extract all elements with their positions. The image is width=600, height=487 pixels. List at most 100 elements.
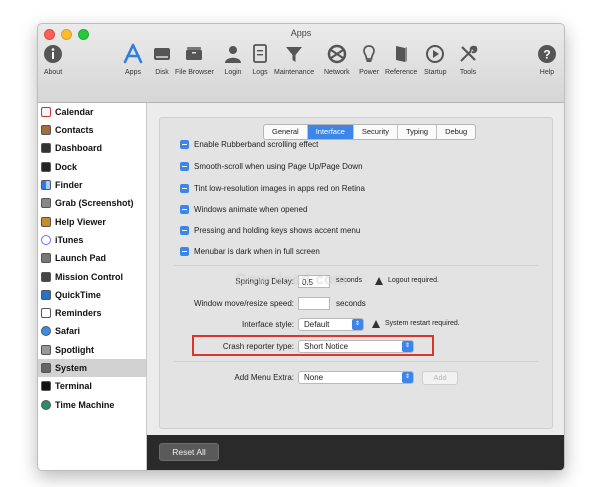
dashboard-icon [41, 143, 51, 153]
sidebar: Calendar Contacts Dashboard Dock Finder … [38, 103, 147, 470]
menu-extra-label: Add Menu Extra: [234, 373, 294, 382]
window-resize-field[interactable] [298, 297, 330, 310]
checkbox-dark-menubar[interactable]: Menubar is dark when in full screen [180, 247, 320, 256]
help-icon: ? [536, 42, 558, 66]
sidebar-item-launch-pad[interactable]: Launch Pad [38, 249, 146, 267]
login-icon [222, 42, 244, 66]
window-resize-unit: seconds [336, 299, 366, 308]
warning-icon [372, 320, 380, 328]
system-icon [41, 363, 51, 373]
toolbar-login[interactable]: Login [222, 42, 244, 76]
reference-icon [390, 42, 412, 66]
sidebar-item-reminders[interactable]: Reminders [38, 304, 146, 322]
svg-text:?: ? [543, 48, 550, 62]
checkbox-box[interactable] [180, 140, 189, 149]
itunes-icon [41, 235, 51, 245]
sidebar-item-time-machine[interactable]: Time Machine [38, 396, 146, 414]
logout-note: Logout required. [388, 277, 439, 284]
toolbar-apps[interactable]: Apps [122, 42, 144, 76]
sidebar-item-help-viewer[interactable]: Help Viewer [38, 213, 146, 231]
tab-bar: General Interface Security Typing Debug [263, 124, 477, 140]
toolbar-reference[interactable]: Reference [385, 42, 417, 76]
tab-typing[interactable]: Typing [398, 125, 438, 139]
menu-extra-popup[interactable]: None ⇕ [298, 371, 414, 384]
sidebar-item-contacts[interactable]: Contacts [38, 121, 146, 139]
help-viewer-icon [41, 217, 51, 227]
crash-reporter-value: Short Notice [304, 342, 349, 351]
network-icon [326, 42, 348, 66]
checkbox-box[interactable] [180, 226, 189, 235]
sidebar-item-grab[interactable]: Grab (Screenshot) [38, 194, 146, 212]
reminders-icon [41, 308, 51, 318]
chevron-updown-icon: ⇕ [352, 319, 363, 330]
sidebar-item-dashboard[interactable]: Dashboard [38, 139, 146, 157]
restart-note: System restart required. [385, 320, 460, 327]
sidebar-item-itunes[interactable]: iTunes [38, 231, 146, 249]
checkbox-tint-retina[interactable]: Tint low-resolution images in apps red o… [180, 184, 365, 193]
sidebar-item-dock[interactable]: Dock [38, 158, 146, 176]
sidebar-item-finder[interactable]: Finder [38, 176, 146, 194]
crash-reporter-popup[interactable]: Short Notice ⇕ [298, 340, 414, 353]
tab-general[interactable]: General [264, 125, 308, 139]
crash-reporter-label: Crash reporter type: [222, 342, 294, 351]
checkbox-box[interactable] [180, 184, 189, 193]
toolbar: About Apps Disk File Browser Login Logs … [38, 42, 564, 102]
disk-icon [151, 42, 173, 66]
sidebar-item-terminal[interactable]: Terminal [38, 377, 146, 395]
chevron-updown-icon: ⇕ [402, 341, 413, 352]
logs-icon [249, 42, 271, 66]
toolbar-network[interactable]: Network [324, 42, 350, 76]
contacts-icon [41, 125, 51, 135]
divider [174, 265, 538, 266]
spotlight-icon [41, 345, 51, 355]
toolbar-startup[interactable]: Startup [424, 42, 447, 76]
toolbar-file-browser[interactable]: File Browser [175, 42, 214, 76]
sidebar-item-system[interactable]: System [38, 359, 146, 377]
interface-style-label: Interface style: [241, 320, 294, 329]
toolbar-help[interactable]: ? Help [536, 42, 558, 76]
tab-interface[interactable]: Interface [307, 125, 354, 139]
dock-icon [41, 162, 51, 172]
toolbar-maintenance[interactable]: Maintenance [274, 42, 314, 76]
mission-control-icon [41, 272, 51, 282]
quicktime-icon [41, 290, 51, 300]
bottom-bar: Reset All [147, 435, 564, 470]
checkbox-accent-menu[interactable]: Pressing and holding keys shows accent m… [180, 226, 360, 235]
add-button[interactable]: Add [422, 371, 458, 385]
chevron-updown-icon: ⇕ [402, 372, 413, 383]
sidebar-item-mission-control[interactable]: Mission Control [38, 268, 146, 286]
watermark: Download.com [236, 271, 348, 288]
app-window: Apps About Apps Disk File Browser Login … [37, 23, 565, 471]
time-machine-icon [41, 400, 51, 410]
apps-icon [122, 42, 144, 66]
calendar-icon [41, 107, 51, 117]
toolbar-tools[interactable]: Tools [457, 42, 479, 76]
toolbar-logs[interactable]: Logs [249, 42, 271, 76]
checkbox-windows-animate[interactable]: Windows animate when opened [180, 205, 307, 214]
main-content: General Interface Security Typing Debug … [147, 103, 564, 434]
sidebar-item-safari[interactable]: Safari [38, 322, 146, 340]
checkbox-box[interactable] [180, 247, 189, 256]
checkbox-rubberband[interactable]: Enable Rubberband scrolling effect [180, 140, 318, 149]
menu-extra-value: None [304, 373, 324, 382]
sidebar-item-calendar[interactable]: Calendar [38, 103, 146, 121]
grab-icon [41, 198, 51, 208]
checkbox-box[interactable] [180, 162, 189, 171]
divider [174, 361, 538, 362]
window-resize-label: Window move/resize speed: [193, 299, 294, 308]
toolbar-about[interactable]: About [42, 42, 64, 76]
sidebar-item-quicktime[interactable]: QuickTime [38, 286, 146, 304]
checkbox-box[interactable] [180, 205, 189, 214]
finder-icon [41, 180, 51, 190]
reset-all-button[interactable]: Reset All [159, 443, 219, 461]
tab-security[interactable]: Security [354, 125, 398, 139]
file-browser-icon [183, 42, 205, 66]
sidebar-item-spotlight[interactable]: Spotlight [38, 341, 146, 359]
toolbar-disk[interactable]: Disk [151, 42, 173, 76]
toolbar-power[interactable]: Power [358, 42, 380, 76]
safari-icon [41, 326, 51, 336]
checkbox-smooth-scroll[interactable]: Smooth-scroll when using Page Up/Page Do… [180, 162, 363, 171]
interface-style-popup[interactable]: Default ⇕ [298, 318, 364, 331]
terminal-icon [41, 381, 51, 391]
tab-debug[interactable]: Debug [437, 125, 475, 139]
